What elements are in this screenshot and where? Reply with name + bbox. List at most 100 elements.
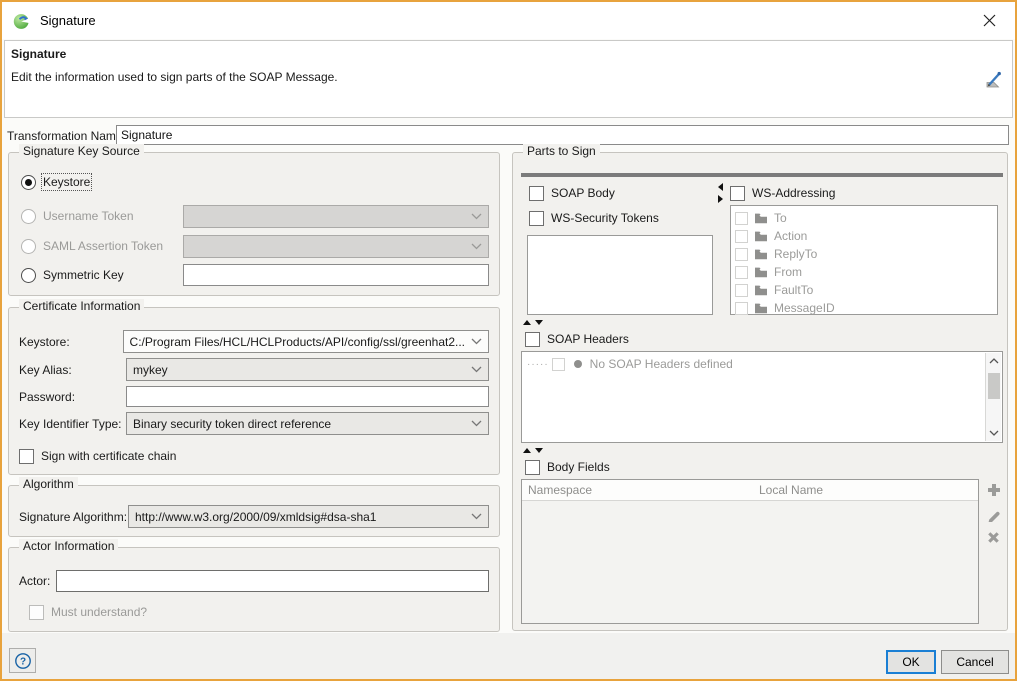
collapse-up-icon[interactable]	[523, 320, 531, 325]
signature-pen-icon	[984, 69, 1004, 89]
chevron-down-icon	[471, 513, 482, 520]
folder-icon	[754, 302, 768, 314]
svg-text:?: ?	[19, 656, 25, 667]
add-row-button	[985, 481, 1002, 498]
group-certificate-information: Certificate Information Keystore: C:/Pro…	[8, 307, 500, 475]
sign-with-certificate-chain-checkbox[interactable]	[19, 449, 34, 464]
key-alias-combo[interactable]: mykey	[126, 358, 489, 381]
key-identifier-type-label: Key Identifier Type:	[19, 417, 126, 431]
password-input[interactable]	[126, 386, 489, 407]
username-token-radio	[21, 209, 36, 224]
table-header-row: Namespace Local Name	[522, 480, 978, 501]
list-item: FaultTo	[731, 281, 997, 299]
ws-addressing-label[interactable]: WS-Addressing	[752, 186, 835, 200]
footer	[2, 633, 1015, 679]
tree-item: ····· No SOAP Headers defined	[522, 352, 1002, 371]
symmetric-key-input[interactable]	[183, 264, 489, 286]
ws-security-tokens-list[interactable]	[527, 235, 713, 315]
chevron-down-icon	[471, 338, 482, 345]
list-item: To	[731, 209, 997, 227]
chevron-up-icon	[989, 358, 999, 364]
collapse-left-icon[interactable]	[718, 183, 723, 191]
ws-security-tokens-checkbox[interactable]	[529, 211, 544, 226]
group-signature-key-source: Signature Key Source Keystore Username T…	[8, 152, 500, 296]
scroll-down-button[interactable]	[986, 425, 1002, 441]
soap-body-checkbox[interactable]	[529, 186, 544, 201]
item-checkbox	[735, 230, 748, 243]
collapse-right-icon[interactable]	[718, 195, 723, 203]
scrollbar-thumb[interactable]	[988, 373, 1000, 399]
signature-algorithm-combo[interactable]: http://www.w3.org/2000/09/xmldsig#dsa-sh…	[128, 505, 489, 528]
transformation-name-label: Transformation Name:	[7, 129, 126, 143]
parts-split-pane: SOAP Body WS-Security Tokens	[521, 173, 1003, 626]
item-checkbox	[735, 302, 748, 315]
item-checkbox	[735, 248, 748, 261]
vertical-scrollbar[interactable]	[985, 353, 1001, 441]
pencil-icon	[986, 506, 1002, 522]
group-title: Parts to Sign	[523, 144, 600, 158]
close-button[interactable]	[969, 2, 1009, 39]
list-item: From	[731, 263, 997, 281]
list-item: Action	[731, 227, 997, 245]
folder-icon	[754, 230, 768, 242]
dialog-header: Signature Edit the information used to s…	[4, 40, 1013, 118]
vertical-split-divider[interactable]	[717, 177, 724, 319]
cancel-button[interactable]: Cancel	[941, 650, 1009, 674]
saml-token-radio-label: SAML Assertion Token	[43, 239, 183, 253]
delete-row-button	[985, 529, 1002, 546]
transformation-name-input[interactable]	[116, 125, 1009, 145]
username-token-combo	[183, 205, 489, 228]
keystore-combo[interactable]: C:/Program Files/HCL/HCLProducts/API/con…	[123, 330, 489, 353]
collapse-down-icon[interactable]	[535, 320, 543, 325]
header-description: Edit the information used to sign parts …	[11, 70, 338, 84]
group-algorithm: Algorithm Signature Algorithm: http://ww…	[8, 485, 500, 537]
group-title: Algorithm	[19, 477, 78, 491]
edit-row-button	[985, 505, 1002, 522]
ok-button[interactable]: OK	[886, 650, 936, 674]
chevron-down-icon	[471, 366, 482, 373]
soap-body-label[interactable]: SOAP Body	[551, 186, 615, 200]
scroll-up-button[interactable]	[986, 353, 1002, 369]
folder-icon	[754, 248, 768, 260]
horizontal-split-divider[interactable]	[521, 319, 1003, 327]
folder-icon	[754, 212, 768, 224]
body-fields-table[interactable]: Namespace Local Name	[521, 479, 979, 624]
key-identifier-type-combo[interactable]: Binary security token direct reference	[126, 412, 489, 435]
node-bullet-icon	[574, 360, 582, 368]
symmetric-key-radio-label[interactable]: Symmetric Key	[43, 268, 183, 282]
actor-input[interactable]	[56, 570, 489, 592]
saml-token-radio	[21, 239, 36, 254]
group-title: Signature Key Source	[19, 144, 144, 158]
body-fields-checkbox[interactable]	[525, 460, 540, 475]
key-alias-label: Key Alias:	[19, 363, 126, 377]
group-title: Actor Information	[19, 539, 118, 553]
item-checkbox	[552, 358, 565, 371]
column-header[interactable]: Namespace	[522, 483, 759, 497]
help-button[interactable]: ?	[9, 648, 36, 673]
help-icon: ?	[14, 652, 32, 670]
body-fields-label[interactable]: Body Fields	[547, 460, 610, 474]
collapse-down-icon[interactable]	[535, 448, 543, 453]
close-icon	[982, 13, 997, 28]
soap-headers-checkbox[interactable]	[525, 332, 540, 347]
collapse-up-icon[interactable]	[523, 448, 531, 453]
x-icon	[986, 530, 1001, 545]
folder-icon	[754, 284, 768, 296]
keystore-radio-label[interactable]: Keystore	[43, 175, 90, 189]
soap-headers-label[interactable]: SOAP Headers	[547, 332, 629, 346]
keystore-radio[interactable]	[21, 175, 36, 190]
item-checkbox	[735, 212, 748, 225]
symmetric-key-radio[interactable]	[21, 268, 36, 283]
list-item: ReplyTo	[731, 245, 997, 263]
soap-headers-pane: SOAP Headers ····· No SOAP Headers defin…	[521, 327, 1003, 447]
ws-addressing-checkbox[interactable]	[730, 186, 745, 201]
header-title: Signature	[11, 47, 66, 61]
plus-icon	[986, 482, 1002, 498]
sign-with-certificate-chain-label[interactable]: Sign with certificate chain	[41, 449, 176, 463]
horizontal-split-divider[interactable]	[521, 447, 1003, 455]
app-icon	[13, 12, 31, 30]
empty-tree-message: No SOAP Headers defined	[590, 357, 733, 371]
password-label: Password:	[19, 390, 126, 404]
ws-security-tokens-label[interactable]: WS-Security Tokens	[551, 211, 659, 225]
column-header[interactable]: Local Name	[759, 483, 978, 497]
